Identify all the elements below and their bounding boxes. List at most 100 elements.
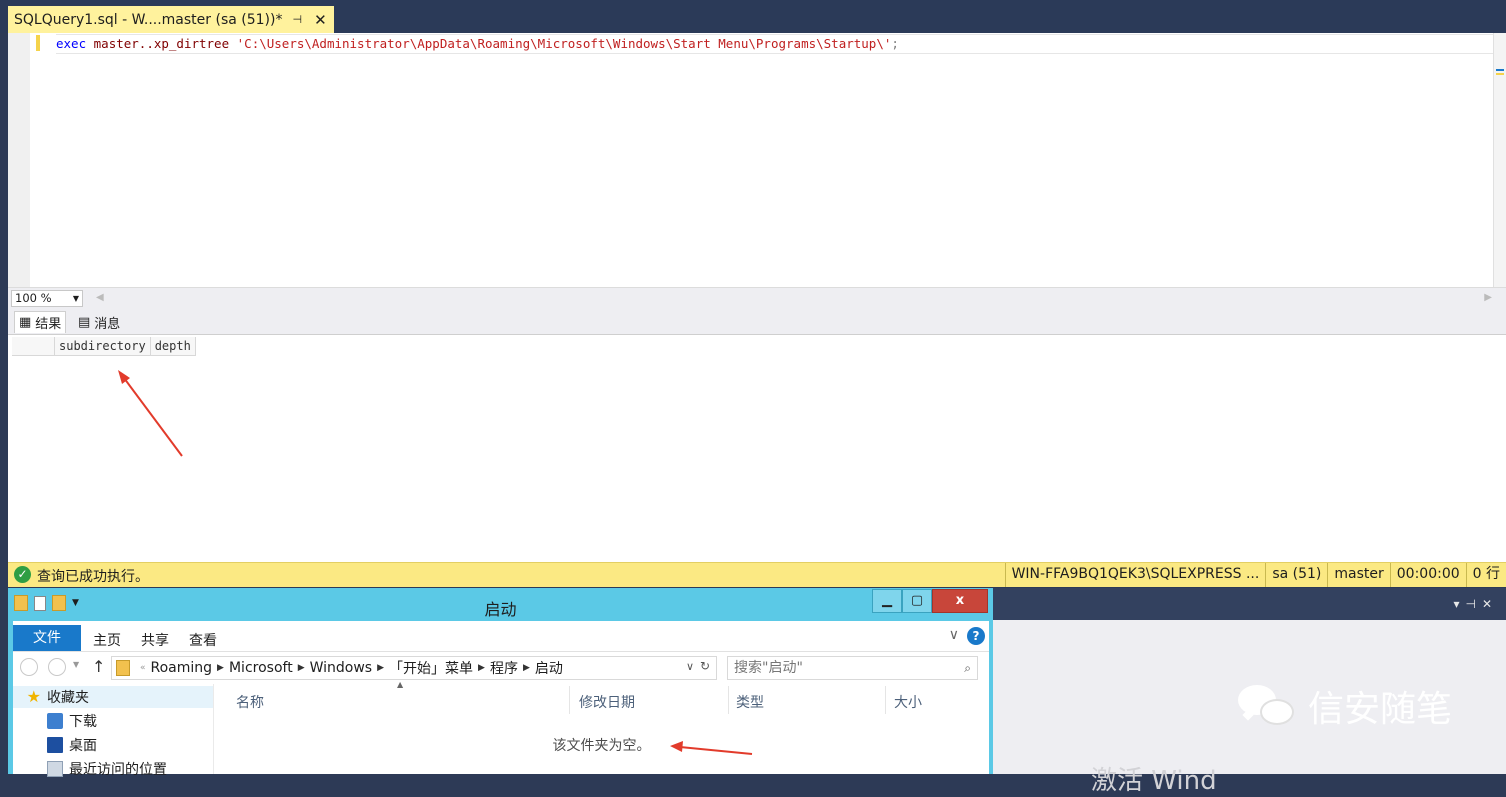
file-list-pane[interactable]: ▲ 名称 修改日期 类型 大小 该文件夹为空。 — [214, 680, 989, 774]
nav-item-downloads[interactable]: 下载 — [13, 710, 213, 732]
column-header-size[interactable]: 大小 — [894, 692, 922, 712]
help-icon[interactable]: ? — [967, 627, 985, 645]
window-controls: ▁ ▢ x — [872, 589, 988, 613]
breadcrumb-windows[interactable]: Windows — [310, 660, 373, 676]
chevron-right-icon[interactable]: ▶ — [298, 663, 305, 673]
status-details: WIN-FFA9BQ1QEK3\SQLEXPRESS ... sa (51) m… — [1004, 563, 1506, 587]
search-icon[interactable]: ⌕ — [964, 657, 971, 679]
nav-item-label: 桌面 — [69, 738, 97, 754]
scroll-marker — [1496, 69, 1504, 71]
file-explorer-window: ▼ 启动 ▁ ▢ x 文件 主页 共享 查看 ∨ ? ▼ ↑ « Roaming… — [8, 588, 993, 778]
refresh-icon[interactable]: ↻ — [700, 659, 710, 673]
code-line-1[interactable]: exec master..xp_dirtree 'C:\Users\Admini… — [56, 34, 1496, 54]
close-icon[interactable]: ✕ — [314, 11, 327, 29]
code-terminator: ; — [891, 36, 899, 51]
forward-button[interactable] — [48, 658, 66, 676]
expand-ribbon-icon[interactable]: ∨ — [949, 627, 959, 643]
breadcrumb-roaming[interactable]: Roaming — [151, 660, 213, 676]
explorer-window-title: 启动 — [484, 600, 517, 619]
column-divider[interactable] — [569, 686, 570, 714]
chevron-right-icon[interactable]: ▶ — [478, 663, 485, 673]
zoom-row: 100 % ▼ ◀ ▶ — [8, 287, 1506, 310]
address-dropdown-icon[interactable]: ∨ — [686, 660, 694, 673]
nav-item-label: 收藏夹 — [47, 690, 89, 706]
nav-item-desktop[interactable]: 桌面 — [13, 734, 213, 756]
query-status-bar: ✓ 查询已成功执行。 WIN-FFA9BQ1QEK3\SQLEXPRESS ..… — [8, 562, 1506, 587]
star-icon: ★ — [26, 687, 41, 706]
up-arrow-icon[interactable]: ↑ — [92, 657, 105, 676]
close-window-button[interactable]: x — [932, 589, 988, 613]
back-button[interactable] — [20, 658, 38, 676]
wechat-logo-icon — [1238, 685, 1296, 727]
query-document-tab[interactable]: SQLQuery1.sql - W....master (sa (51))* ⊣… — [8, 6, 334, 33]
scroll-right-icon[interactable]: ▶ — [1484, 292, 1492, 303]
code-keyword: exec — [56, 36, 87, 51]
nav-item-favorites[interactable]: ★ 收藏夹 — [13, 686, 213, 708]
maximize-button[interactable]: ▢ — [902, 589, 932, 613]
results-tabs: ▦ 结果 ▤ 消息 — [8, 309, 1506, 334]
ribbon-tab-home[interactable]: 主页 — [93, 630, 121, 650]
status-server: WIN-FFA9BQ1QEK3\SQLEXPRESS ... — [1004, 563, 1266, 587]
panel-controls[interactable]: ▾⊣✕ — [1453, 597, 1498, 611]
query-editor[interactable]: exec master..xp_dirtree 'C:\Users\Admini… — [8, 33, 1506, 287]
column-header-subdirectory[interactable]: subdirectory — [55, 337, 151, 356]
search-placeholder: 搜索"启动" — [734, 660, 803, 676]
ribbon: 文件 主页 共享 查看 ∨ ? — [13, 621, 989, 652]
address-row: ▼ ↑ « Roaming ▶ Microsoft ▶ Windows ▶ 「开… — [13, 652, 989, 684]
chevron-right-icon[interactable]: ▶ — [217, 663, 224, 673]
nav-item-recent-places[interactable]: 最近访问的位置 — [13, 758, 213, 780]
column-divider[interactable] — [885, 686, 886, 714]
ribbon-file-tab[interactable]: 文件 — [13, 625, 81, 651]
desktop-icon — [47, 737, 63, 753]
file-list-header: ▲ 名称 修改日期 类型 大小 — [214, 680, 989, 714]
chevron-down-icon: ▼ — [72, 294, 79, 303]
editor-vertical-scrollbar[interactable] — [1493, 33, 1506, 287]
zoom-select[interactable]: 100 % ▼ — [11, 290, 83, 307]
folder-icon — [116, 660, 130, 676]
pin-icon[interactable]: ⊣ — [292, 13, 302, 26]
scroll-marker — [1496, 73, 1504, 75]
ribbon-tab-view[interactable]: 查看 — [189, 630, 217, 650]
code-string: 'C:\Users\Administrator\AppData\Roaming\… — [236, 36, 892, 51]
status-database: master — [1327, 563, 1389, 587]
scroll-left-icon[interactable]: ◀ — [96, 292, 104, 303]
messages-icon: ▤ — [78, 314, 91, 330]
tab-results-label: 结果 — [35, 317, 62, 332]
success-check-icon: ✓ — [14, 566, 31, 583]
grid-header-row: subdirectory depth — [12, 337, 196, 356]
zoom-value: 100 % — [15, 291, 52, 305]
document-tab-bar: SQLQuery1.sql - W....master (sa (51))* ⊣… — [0, 0, 1506, 33]
changed-line-indicator — [36, 35, 40, 51]
editor-margin — [8, 33, 30, 287]
breadcrumb-overflow[interactable]: « — [140, 663, 146, 673]
recent-locations-icon[interactable]: ▼ — [73, 660, 79, 669]
tab-messages-label: 消息 — [94, 316, 121, 332]
column-header-type[interactable]: 类型 — [736, 692, 764, 712]
status-message: 查询已成功执行。 — [37, 569, 149, 585]
grid-icon: ▦ — [19, 315, 32, 330]
column-header-name[interactable]: 名称 — [236, 692, 264, 712]
breadcrumb-programs[interactable]: 程序 — [490, 658, 518, 678]
status-elapsed: 00:00:00 — [1389, 563, 1466, 587]
address-bar[interactable]: « Roaming ▶ Microsoft ▶ Windows ▶ 「开始」菜单… — [111, 656, 717, 680]
code-procedure: master..xp_dirtree — [93, 36, 230, 51]
breadcrumb-start-menu[interactable]: 「开始」菜单 — [389, 658, 473, 678]
tab-messages[interactable]: ▤ 消息 — [74, 311, 124, 333]
chevron-right-icon[interactable]: ▶ — [377, 663, 384, 673]
results-grid[interactable]: subdirectory depth — [8, 334, 1506, 563]
tab-results[interactable]: ▦ 结果 — [14, 311, 67, 333]
search-input[interactable]: 搜索"启动" ⌕ — [727, 656, 978, 680]
column-divider[interactable] — [728, 686, 729, 714]
docked-panel: ▾⊣✕ 信安随笔 激活 Wind — [993, 588, 1506, 796]
breadcrumb-microsoft[interactable]: Microsoft — [229, 660, 293, 676]
minimize-button[interactable]: ▁ — [872, 589, 902, 613]
explorer-title-bar[interactable]: ▼ 启动 ▁ ▢ x — [8, 588, 993, 621]
ribbon-tab-share[interactable]: 共享 — [141, 630, 169, 650]
activate-windows-text: 激活 Wind — [1091, 766, 1217, 796]
grid-corner-cell[interactable] — [12, 337, 55, 356]
column-header-depth[interactable]: depth — [150, 337, 196, 356]
empty-folder-message: 该文件夹为空。 — [552, 738, 651, 754]
chevron-right-icon[interactable]: ▶ — [523, 663, 530, 673]
column-header-date-modified[interactable]: 修改日期 — [579, 692, 635, 712]
breadcrumb-startup[interactable]: 启动 — [535, 658, 563, 678]
